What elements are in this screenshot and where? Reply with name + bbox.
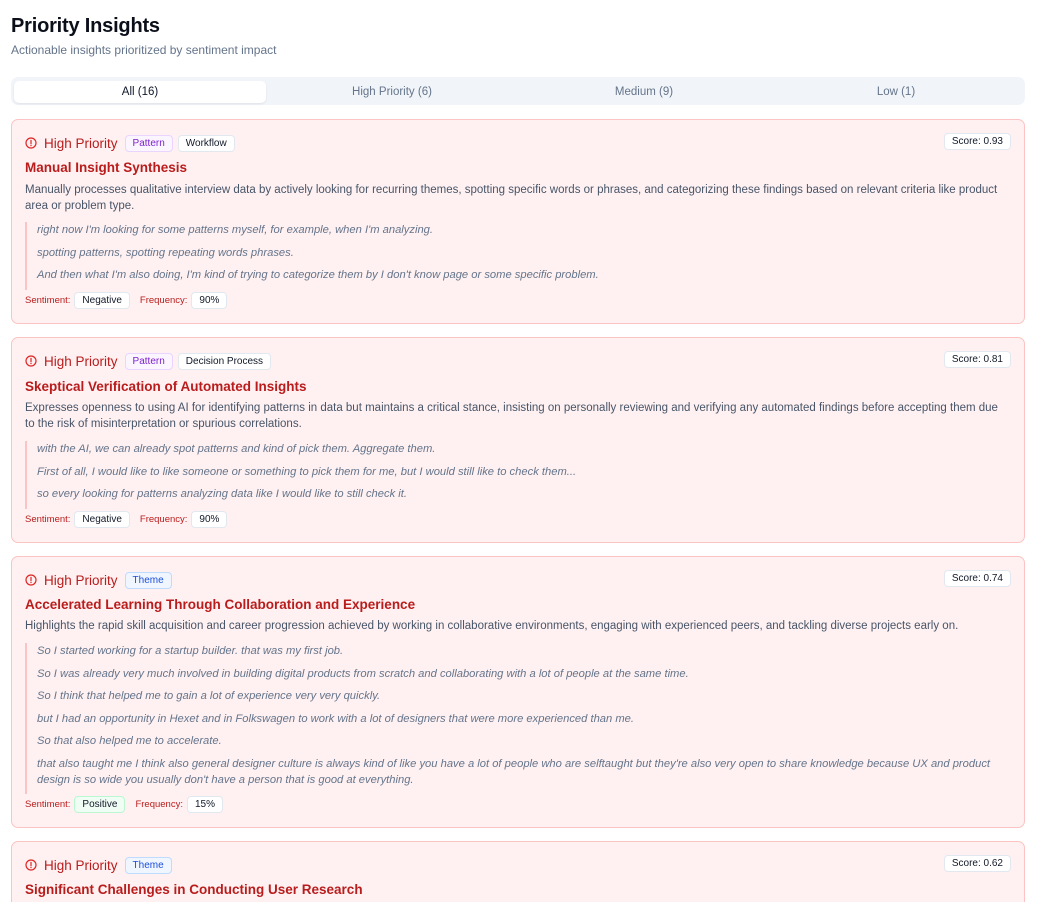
score-badge: Score: 0.81 [943,351,1011,368]
insight-card[interactable]: High Priority Pattern Workflow Score: 0.… [11,119,1025,324]
insight-title: Manual Insight Synthesis [25,160,188,175]
quote: that also taught me I think also general… [37,757,991,786]
sentiment-badge: Negative [74,292,130,309]
quote: but I had an opportunity in Hexet and in… [37,712,635,725]
quote-list: with the AI, we can already spot pattern… [25,441,999,509]
insight-card[interactable]: High Priority Theme Score: 0.62 Signific… [11,841,1025,902]
page-subtitle: Actionable insights prioritized by senti… [11,43,277,57]
insight-description: Highlights the rapid skill acquisition a… [25,620,959,632]
quote: so every looking for patterns analyzing … [37,488,407,500]
quote-list: So I started working for a startup build… [25,643,999,794]
card-header: High Priority Pattern Workflow [25,134,240,152]
quote: right now I'm looking for some patterns … [37,224,434,236]
alert-circle-icon [25,137,37,149]
priority-tabs: All (16) High Priority (6) Medium (9) Lo… [11,77,1025,105]
alert-circle-icon [25,355,37,367]
sentiment-label: Sentiment: [25,514,71,525]
tag-badge: Decision Process [177,352,272,370]
frequency-badge: 90% [191,292,228,309]
card-header: High Priority Theme [25,571,177,589]
card-header: High Priority Theme [25,856,177,874]
insight-card[interactable]: High Priority Theme Score: 0.74 Accelera… [11,556,1025,828]
priority-insights-page: Priority Insights Actionable insights pr… [0,0,1042,902]
tab-medium[interactable]: Medium (9) [518,81,770,103]
quote: So I was already very much involved in b… [37,667,689,680]
quote-list: right now I'm looking for some patterns … [25,222,999,290]
frequency-badge: 90% [191,511,228,528]
score-badge: Score: 0.93 [943,133,1011,150]
insight-title: Skeptical Verification of Automated Insi… [25,379,307,394]
insight-meta: Sentiment: Negative Frequency: 90% [25,511,237,528]
tab-high-priority[interactable]: High Priority (6) [266,81,518,103]
card-header: High Priority Pattern Decision Process [25,352,276,370]
score-badge: Score: 0.74 [943,570,1011,587]
quote: with the AI, we can already spot pattern… [37,443,436,455]
insight-title: Accelerated Learning Through Collaborati… [25,597,416,612]
priority-label: High Priority [44,572,118,588]
tag-badge: Theme [124,856,172,874]
quote: So that also helped me to accelerate. [37,735,222,747]
sentiment-label: Sentiment: [25,799,71,810]
insight-meta: Sentiment: Negative Frequency: 90% [25,292,237,309]
frequency-label: Frequency: [139,514,188,525]
score-badge: Score: 0.62 [943,855,1011,872]
quote: So I started working for a startup build… [37,645,344,657]
insight-meta: Sentiment: Positive Frequency: 15% [25,796,233,813]
insight-description: Expresses openness to using AI for ident… [25,402,998,430]
frequency-badge: 15% [186,796,223,813]
insight-card[interactable]: High Priority Pattern Decision Process S… [11,337,1025,543]
alert-circle-icon [25,859,37,871]
sentiment-label: Sentiment: [25,295,71,306]
tab-low[interactable]: Low (1) [770,81,1022,103]
frequency-label: Frequency: [139,295,188,306]
priority-label: High Priority [44,353,118,369]
priority-label: High Priority [44,857,118,873]
insight-title: Significant Challenges in Conducting Use… [25,882,363,897]
priority-label: High Priority [44,135,118,151]
alert-circle-icon [25,574,37,586]
page-title: Priority Insights [11,15,160,37]
quote: So I think that helped me to gain a lot … [37,690,381,702]
quote: And then what I'm also doing, I'm kind o… [37,269,599,281]
tag-badge: Pattern [124,134,173,152]
sentiment-badge: Positive [74,796,126,813]
quote: First of all, I would like to like someo… [37,465,577,478]
tab-all[interactable]: All (16) [14,81,266,103]
insight-description: Manually processes qualitative interview… [25,184,998,212]
tag-badge: Pattern [124,352,173,370]
frequency-label: Frequency: [135,799,183,810]
sentiment-badge: Negative [74,511,130,528]
quote: spotting patterns, spotting repeating wo… [37,246,294,259]
tag-badge: Workflow [177,134,235,152]
tag-badge: Theme [124,571,172,589]
